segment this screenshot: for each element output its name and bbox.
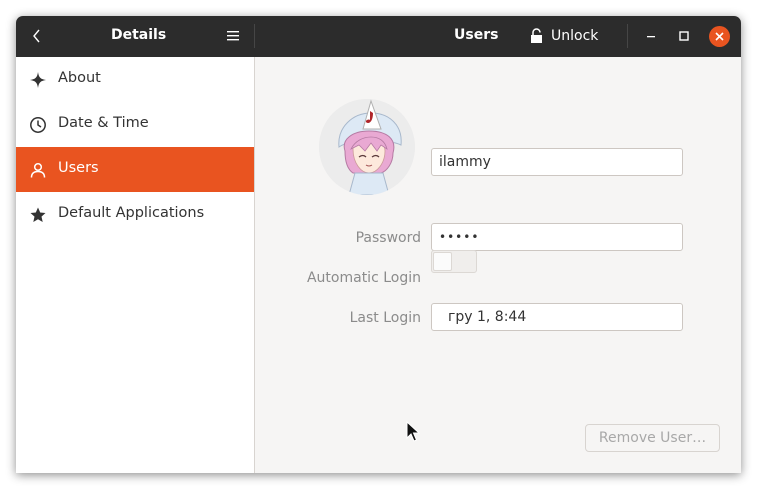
users-panel: ilammy Password ••••• Automatic Login La… [255, 57, 741, 473]
page-title: Users [454, 27, 499, 43]
password-label: Password [355, 230, 421, 246]
sidebar-item-label: Date & Time [58, 115, 149, 131]
unlocked-padlock-icon [531, 28, 542, 43]
unlock-button[interactable]: Unlock [530, 24, 598, 48]
clock-icon [30, 117, 46, 133]
maximize-icon[interactable] [677, 27, 691, 45]
person-icon [30, 162, 46, 178]
sidebar-item-label: Default Applications [58, 205, 205, 221]
automatic-login-label: Automatic Login [306, 270, 421, 286]
chevron-left-icon[interactable] [26, 25, 48, 47]
sparkle-icon [30, 72, 46, 88]
sidebar-item-users[interactable]: Users [16, 147, 254, 192]
last-login-label: Last Login [349, 310, 421, 326]
sidebar-item-about[interactable]: About [16, 57, 254, 102]
close-button[interactable] [709, 26, 730, 47]
settings-window: Details Users Unlock About Date & Time U… [16, 16, 741, 473]
sidebar-item-date-time[interactable]: Date & Time [16, 102, 254, 147]
user-avatar[interactable] [319, 99, 415, 195]
sidebar-item-default-applications[interactable]: Default Applications [16, 192, 254, 237]
password-field[interactable]: ••••• [431, 223, 683, 251]
unlock-label: Unlock [551, 28, 599, 44]
mouse-pointer-icon [406, 421, 420, 442]
header-bar: Details Users Unlock [16, 16, 741, 57]
sidebar: About Date & Time Users Default Applicat… [16, 57, 255, 473]
automatic-login-switch[interactable] [431, 250, 477, 273]
star-icon [30, 207, 46, 222]
sidebar-item-label: About [58, 70, 101, 86]
close-icon [715, 32, 724, 41]
username-field[interactable]: ilammy [431, 148, 683, 176]
minimize-icon[interactable] [644, 27, 658, 45]
last-login-field[interactable]: гру 1, 8:44 [431, 303, 683, 331]
remove-user-button[interactable]: Remove User… [585, 424, 720, 452]
header-divider [627, 24, 628, 48]
switch-knob [433, 252, 452, 271]
header-divider [254, 24, 255, 48]
sidebar-item-label: Users [58, 160, 99, 176]
hamburger-menu-icon[interactable] [224, 28, 242, 44]
panel-title: Details [111, 27, 167, 43]
anime-character-avatar-icon [319, 99, 415, 195]
